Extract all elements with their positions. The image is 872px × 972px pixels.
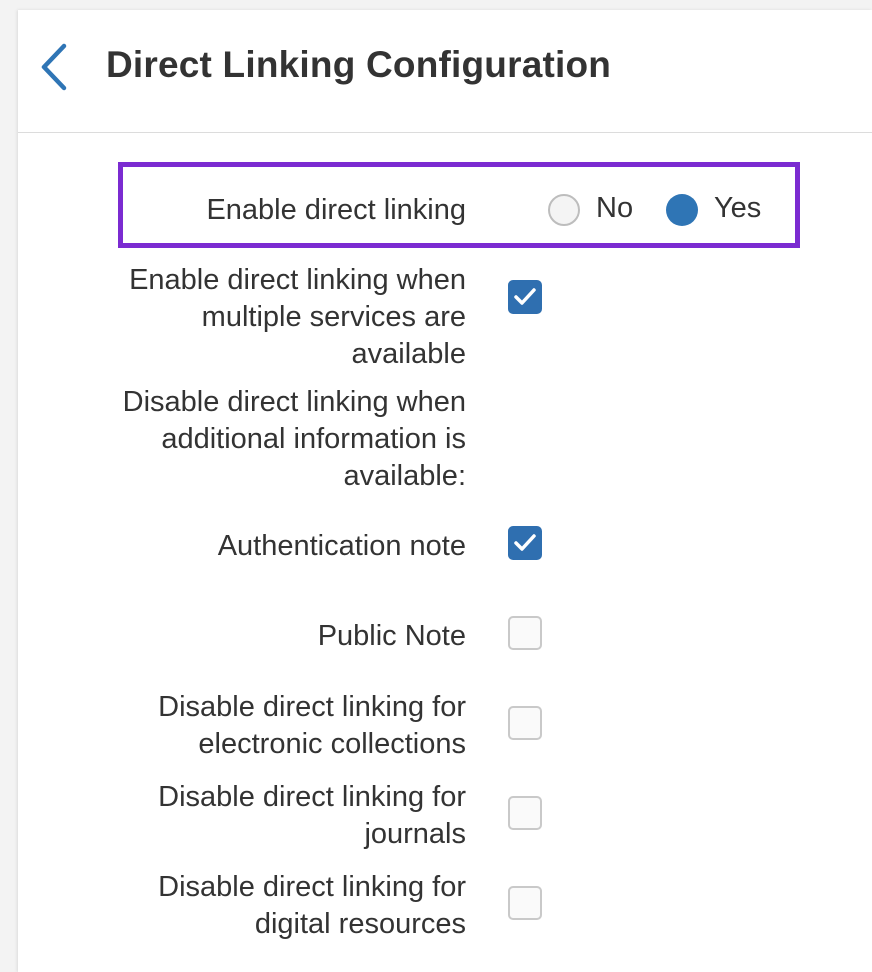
label-line: journals — [364, 818, 466, 850]
page-header: Direct Linking Configuration — [18, 10, 872, 133]
label-line: electronic collections — [198, 728, 466, 760]
multiple-services-checkbox[interactable] — [508, 280, 542, 314]
multiple-services-label: Enable direct linking when multiple serv… — [129, 262, 466, 373]
page-title: Direct Linking Configuration — [106, 44, 612, 85]
checkmark-icon — [514, 288, 536, 305]
journals-checkbox[interactable] — [508, 796, 542, 830]
authentication-note-checkbox[interactable] — [508, 526, 542, 560]
label-line: Disable direct linking when — [122, 386, 466, 418]
authentication-note-label: Authentication note — [217, 530, 466, 562]
enable-direct-linking-label: Enable direct linking — [206, 194, 466, 226]
label-line: additional information is — [161, 423, 466, 455]
configuration-panel: Direct Linking Configuration Enable dire… — [18, 10, 872, 972]
label-line: Disable direct linking for — [158, 871, 466, 903]
additional-info-heading: Disable direct linking when additional i… — [123, 384, 466, 495]
electronic-collections-label: Disable direct linking for electronic co… — [158, 689, 466, 763]
label-line: available — [351, 338, 466, 370]
label-line: multiple services are — [201, 301, 466, 333]
journals-label: Disable direct linking for journals — [158, 779, 466, 853]
digital-resources-label: Disable direct linking for digital resou… — [158, 869, 466, 943]
public-note-label: Public Note — [317, 620, 466, 652]
radio-yes-label[interactable]: Yes — [714, 192, 761, 225]
chevron-left-icon — [41, 43, 67, 91]
label-line: Disable direct linking for — [158, 781, 466, 813]
label-line: Enable direct linking when — [129, 264, 466, 296]
radio-no-label[interactable]: No — [596, 192, 633, 225]
radio-yes[interactable] — [666, 194, 698, 226]
back-button[interactable] — [34, 40, 74, 94]
digital-resources-checkbox[interactable] — [508, 886, 542, 920]
radio-no[interactable] — [548, 194, 580, 226]
public-note-checkbox[interactable] — [508, 616, 542, 650]
electronic-collections-checkbox[interactable] — [508, 706, 542, 740]
label-line: digital resources — [254, 908, 466, 940]
label-line: Disable direct linking for — [158, 691, 466, 723]
checkmark-icon — [514, 534, 536, 551]
label-line: available: — [343, 460, 466, 492]
